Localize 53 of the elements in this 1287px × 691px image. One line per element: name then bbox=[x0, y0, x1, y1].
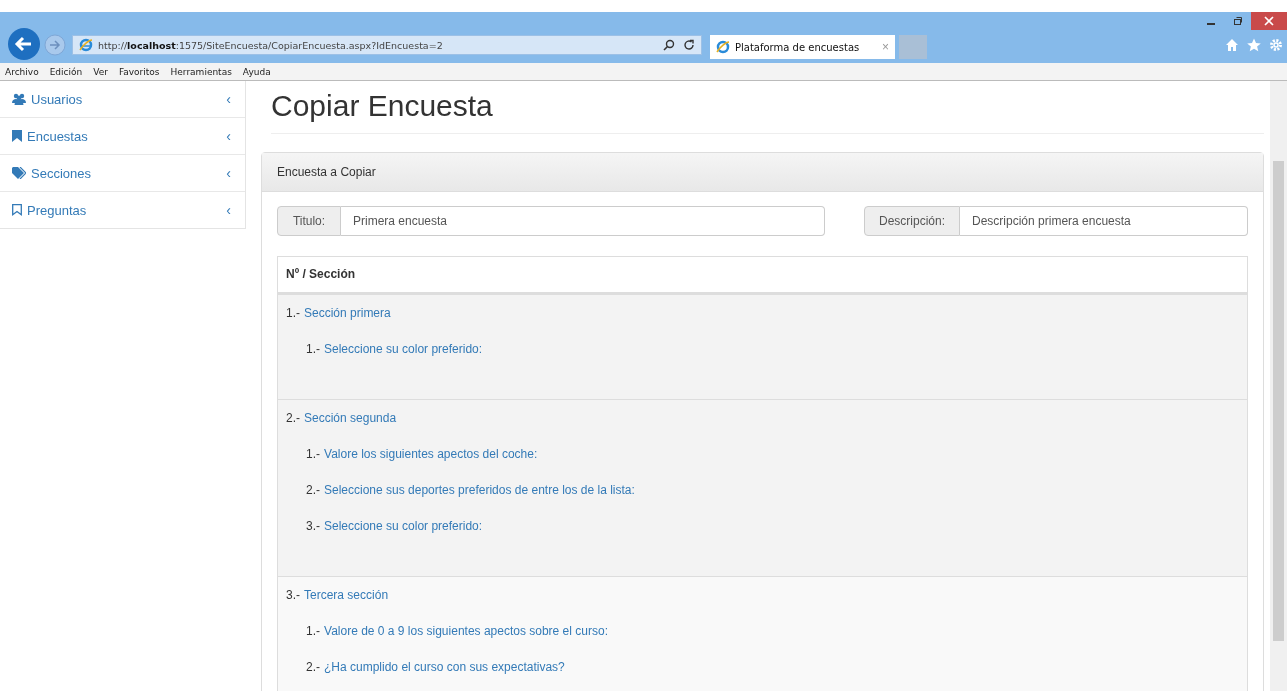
question-link[interactable]: Seleccione sus deportes preferidos de entre los de la lista: bbox=[324, 483, 635, 497]
question-number: 1.- bbox=[306, 342, 320, 356]
bookmark-icon bbox=[12, 130, 22, 142]
question-link[interactable]: Valore los siguientes apectos del coche: bbox=[324, 447, 538, 461]
back-icon[interactable] bbox=[8, 28, 40, 60]
question-number: 2.- bbox=[306, 660, 320, 674]
star-icon[interactable] bbox=[1247, 38, 1261, 52]
question-number: 1.- bbox=[306, 624, 320, 638]
question-number: 3.- bbox=[306, 519, 320, 533]
menu-item[interactable]: Edición bbox=[49, 66, 83, 77]
sidebar-item[interactable]: Encuestas ‹ bbox=[0, 117, 245, 154]
section-link[interactable]: Sección primera bbox=[304, 306, 391, 320]
chevron-icon: ‹ bbox=[226, 128, 231, 144]
section-number: 2.- bbox=[286, 411, 300, 425]
browser-tab[interactable]: Plataforma de encuestas × bbox=[710, 35, 895, 59]
text-field[interactable]: Descripción primera encuesta bbox=[960, 206, 1248, 236]
menu-item[interactable]: Herramientas bbox=[170, 66, 232, 77]
tag-icon bbox=[12, 167, 26, 179]
question-link[interactable]: Valore de 0 a 9 los siguientes apectos sobre el curso: bbox=[324, 624, 608, 638]
page-title: Copiar Encuesta bbox=[271, 89, 1264, 134]
menu-item[interactable]: Favoritos bbox=[118, 66, 160, 77]
question-link[interactable]: Seleccione su color preferido: bbox=[324, 519, 483, 533]
question-number: 2.- bbox=[306, 483, 320, 497]
question-link[interactable]: Seleccione su color preferido: bbox=[324, 342, 483, 356]
refresh-icon[interactable] bbox=[683, 39, 695, 51]
section-number: 3.- bbox=[286, 588, 300, 602]
address-field[interactable]: http://localhost:1575/SiteEncuesta/CopiarEncuesta.aspx?IdEncuesta=2 bbox=[72, 35, 702, 55]
field-label: Titulo: bbox=[277, 206, 341, 236]
chevron-icon: ‹ bbox=[226, 91, 231, 107]
menu-item[interactable]: Ayuda bbox=[242, 66, 271, 77]
panel-heading: Encuesta a Copiar bbox=[262, 153, 1263, 192]
bookmark-icon bbox=[12, 204, 22, 216]
question-number: 1.- bbox=[306, 447, 320, 461]
section-link[interactable]: Tercera sección bbox=[304, 588, 389, 602]
globe-icon bbox=[716, 40, 730, 54]
globe-icon bbox=[79, 38, 93, 52]
question-link[interactable]: ¿Ha cumplido el curso con sus expectativas? bbox=[324, 660, 565, 674]
close-icon[interactable] bbox=[1251, 12, 1287, 30]
scrollbar[interactable] bbox=[1270, 81, 1287, 691]
field-label: Descripción: bbox=[864, 206, 961, 236]
section-link[interactable]: Sección segunda bbox=[304, 411, 397, 425]
section-number: 1.- bbox=[286, 306, 300, 320]
users-icon bbox=[12, 93, 26, 105]
sidebar-item[interactable]: Usuarios ‹ bbox=[0, 81, 245, 117]
menu-item[interactable]: Ver bbox=[93, 66, 108, 77]
chevron-icon: ‹ bbox=[226, 165, 231, 181]
text-field[interactable]: Primera encuesta bbox=[341, 206, 825, 236]
sidebar-item[interactable]: Preguntas ‹ bbox=[0, 191, 245, 228]
menu-item[interactable]: Archivo bbox=[5, 66, 39, 77]
sidebar-item[interactable]: Secciones ‹ bbox=[0, 154, 245, 191]
tab-close-button[interactable]: × bbox=[882, 40, 889, 54]
search-icon[interactable] bbox=[663, 39, 675, 51]
chevron-icon: ‹ bbox=[226, 202, 231, 218]
